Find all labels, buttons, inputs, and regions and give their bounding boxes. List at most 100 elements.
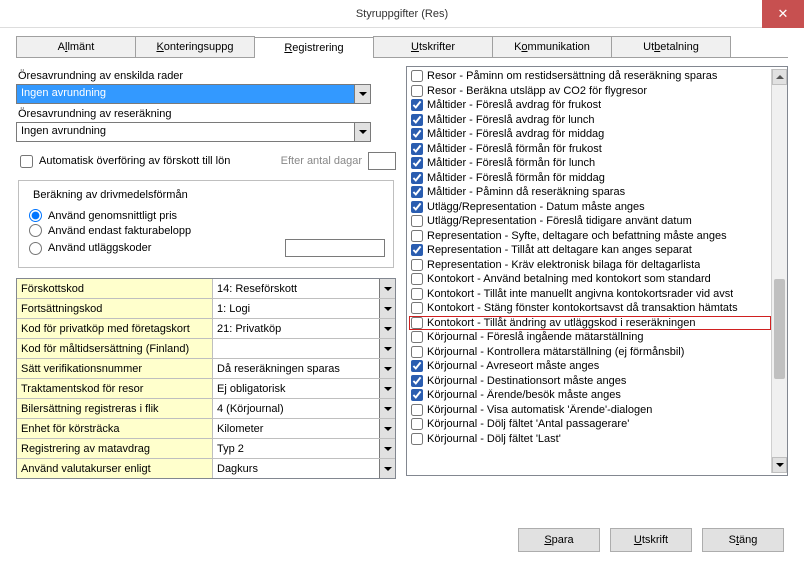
checkbox-auto-forskott[interactable] (20, 155, 33, 168)
titlebar: Styruppgifter (Res) ✕ (0, 0, 804, 28)
chevron-down-icon[interactable] (379, 299, 395, 318)
tab[interactable]: Registrering (254, 37, 374, 58)
grid-value[interactable]: 4 (Körjournal) (213, 399, 379, 418)
input-efter-antal-dagar[interactable] (368, 152, 396, 170)
checkbox[interactable] (411, 418, 423, 430)
checkbox[interactable] (411, 259, 423, 271)
check-item[interactable]: Representation - Kräv elektronisk bilaga… (409, 258, 771, 273)
checkbox[interactable] (411, 114, 423, 126)
check-item[interactable]: Utlägg/Representation - Datum måste ange… (409, 200, 771, 215)
combo-oresavrundning-rader[interactable]: Ingen avrundning (16, 84, 371, 104)
check-label: Måltider - Föreslå avdrag för frukost (427, 99, 601, 111)
checkbox[interactable] (411, 360, 423, 372)
checkbox[interactable] (411, 389, 423, 401)
save-button[interactable]: Spara (518, 528, 600, 552)
grid-value[interactable]: 14: Reseförskott (213, 279, 379, 298)
scroll-up-icon[interactable] (772, 69, 787, 85)
check-item[interactable]: Körjournal - Föreslå ingående mätarställ… (409, 330, 771, 345)
checkbox[interactable] (411, 302, 423, 314)
check-item[interactable]: Måltider - Föreslå förmån för lunch (409, 156, 771, 171)
checkbox[interactable] (411, 186, 423, 198)
check-item[interactable]: Resor - Påminn om restidsersättning då r… (409, 69, 771, 84)
checkbox[interactable] (411, 331, 423, 343)
grid-value[interactable]: Typ 2 (213, 439, 379, 458)
checkbox[interactable] (411, 215, 423, 227)
chevron-down-icon[interactable] (379, 439, 395, 458)
close-icon[interactable]: ✕ (762, 0, 804, 28)
grid-value[interactable]: 21: Privatköp (213, 319, 379, 338)
grid-value[interactable]: 1: Logi (213, 299, 379, 318)
checkbox[interactable] (411, 273, 423, 285)
check-item[interactable]: Måltider - Föreslå förmån för middag (409, 171, 771, 186)
check-item[interactable]: Utlägg/Representation - Föreslå tidigare… (409, 214, 771, 229)
chevron-down-icon[interactable] (379, 379, 395, 398)
checkbox[interactable] (411, 230, 423, 242)
check-item[interactable]: Måltider - Påminn då reseräkning sparas (409, 185, 771, 200)
check-item[interactable]: Resor - Beräkna utsläpp av CO2 för flygr… (409, 84, 771, 99)
chevron-down-icon[interactable] (379, 419, 395, 438)
chevron-down-icon[interactable] (379, 359, 395, 378)
grid-value[interactable]: Då reseräkningen sparas (213, 359, 379, 378)
tab[interactable]: Allmänt (16, 36, 136, 57)
chevron-down-icon[interactable] (379, 459, 395, 478)
check-item[interactable]: Körjournal - Dölj fältet 'Last' (409, 432, 771, 447)
radio-genomsnittligt-pris[interactable] (29, 209, 42, 222)
combo-oresavrundning-reserakning[interactable]: Ingen avrundning (16, 122, 371, 142)
check-item[interactable]: Kontokort - Tillåt ändring av utläggskod… (409, 316, 771, 331)
check-item[interactable]: Kontokort - Använd betalning med kontoko… (409, 272, 771, 287)
scroll-down-icon[interactable] (772, 457, 787, 473)
check-item[interactable]: Körjournal - Kontrollera mätarställning … (409, 345, 771, 360)
check-item[interactable]: Måltider - Föreslå avdrag för frukost (409, 98, 771, 113)
input-utlaggskoder[interactable] (285, 239, 385, 257)
tab[interactable]: Kommunikation (492, 36, 612, 57)
check-item[interactable]: Körjournal - Ärende/besök måste anges (409, 388, 771, 403)
checkbox[interactable] (411, 244, 423, 256)
checkbox[interactable] (411, 404, 423, 416)
grid-value[interactable]: Ej obligatorisk (213, 379, 379, 398)
tab[interactable]: Utbetalning (611, 36, 731, 57)
scroll-thumb[interactable] (774, 279, 785, 379)
chevron-down-icon[interactable] (354, 123, 370, 141)
checkbox[interactable] (411, 128, 423, 140)
chevron-down-icon[interactable] (379, 319, 395, 338)
check-item[interactable]: Körjournal - Destinationsort måste anges (409, 374, 771, 389)
checkbox[interactable] (411, 85, 423, 97)
check-item[interactable]: Måltider - Föreslå avdrag för middag (409, 127, 771, 142)
checkbox[interactable] (411, 172, 423, 184)
check-item[interactable]: Representation - Syfte, deltagare och be… (409, 229, 771, 244)
checkbox[interactable] (411, 157, 423, 169)
print-button[interactable]: Utskrift (610, 528, 692, 552)
radio-utlaggskoder[interactable] (29, 242, 42, 255)
tab[interactable]: Utskrifter (373, 36, 493, 57)
grid-value[interactable]: Dagkurs (213, 459, 379, 478)
tab[interactable]: Konteringsuppg (135, 36, 255, 57)
chevron-down-icon[interactable] (379, 339, 395, 358)
grid-row: Registrering av matavdragTyp 2 (17, 439, 395, 459)
checkbox[interactable] (411, 201, 423, 213)
check-item[interactable]: Måltider - Föreslå förmån för frukost (409, 142, 771, 157)
chevron-down-icon[interactable] (354, 85, 370, 103)
check-item[interactable]: Måltider - Föreslå avdrag för lunch (409, 113, 771, 128)
close-button[interactable]: Stäng (702, 528, 784, 552)
checkbox[interactable] (411, 346, 423, 358)
radio-fakturabelopp[interactable] (29, 224, 42, 237)
check-item[interactable]: Representation - Tillåt att deltagare ka… (409, 243, 771, 258)
checkbox[interactable] (411, 288, 423, 300)
check-item[interactable]: Körjournal - Avreseort måste anges (409, 359, 771, 374)
checkbox[interactable] (411, 375, 423, 387)
grid-value[interactable] (213, 339, 379, 358)
check-item[interactable]: Kontokort - Stäng fönster kontokortsavst… (409, 301, 771, 316)
chevron-down-icon[interactable] (379, 399, 395, 418)
checkbox[interactable] (411, 99, 423, 111)
scrollbar[interactable] (771, 69, 787, 473)
checkbox[interactable] (411, 70, 423, 82)
check-item[interactable]: Körjournal - Visa automatisk 'Ärende'-di… (409, 403, 771, 418)
checkbox[interactable] (411, 317, 423, 329)
checkbox[interactable] (411, 433, 423, 445)
check-item[interactable]: Kontokort - Tillåt inte manuellt angivna… (409, 287, 771, 302)
chevron-down-icon[interactable] (379, 279, 395, 298)
grid-value[interactable]: Kilometer (213, 419, 379, 438)
checkbox[interactable] (411, 143, 423, 155)
check-label: Resor - Beräkna utsläpp av CO2 för flygr… (427, 85, 647, 97)
check-item[interactable]: Körjournal - Dölj fältet 'Antal passager… (409, 417, 771, 432)
